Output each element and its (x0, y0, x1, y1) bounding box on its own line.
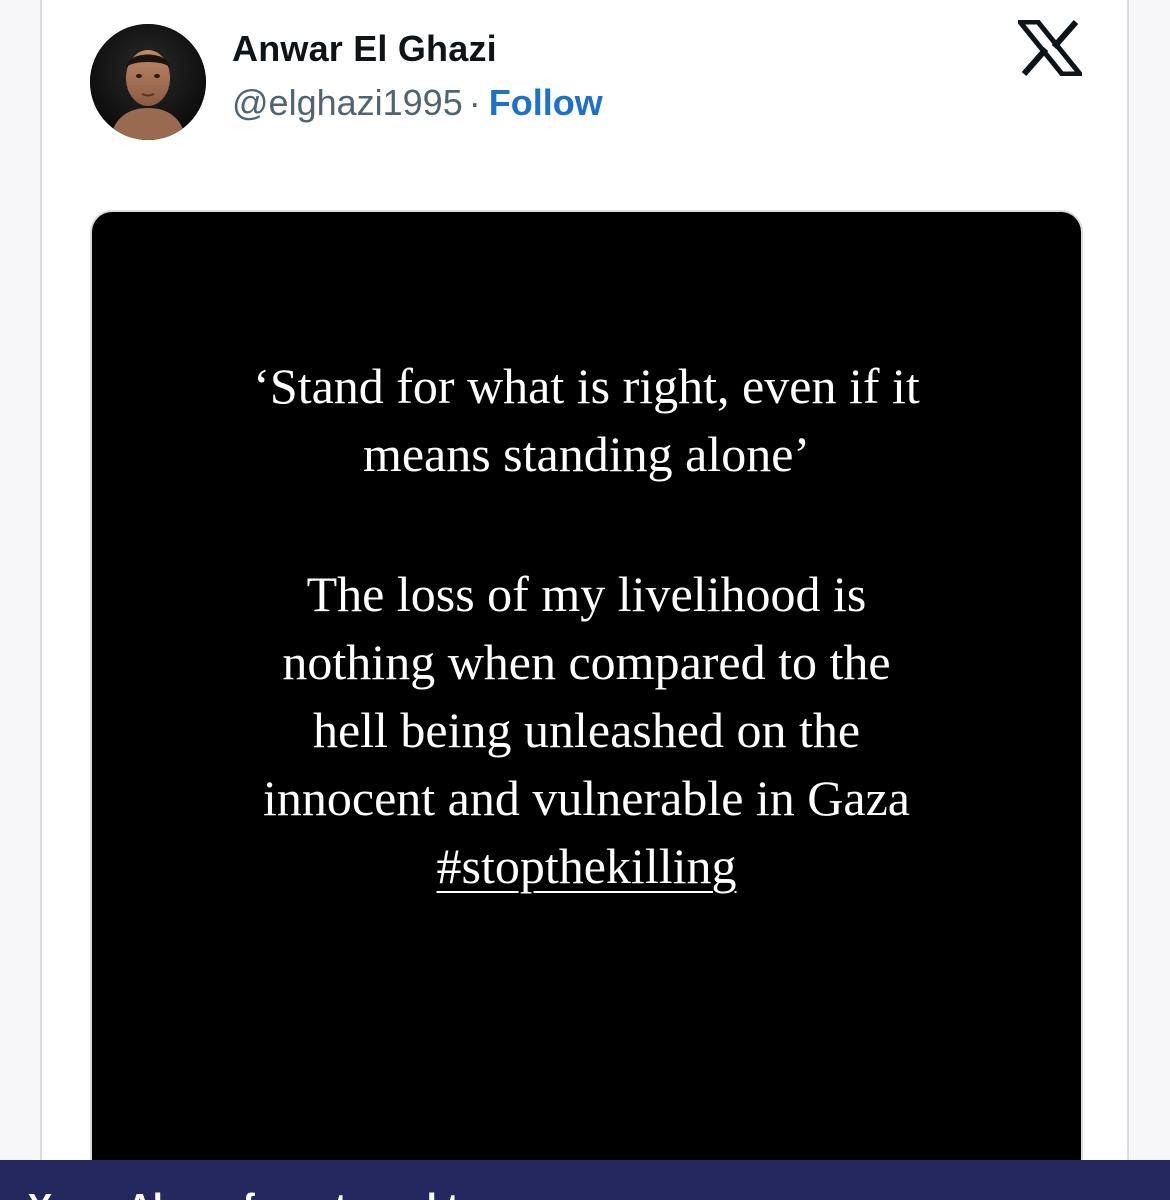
separator-dot: · (468, 82, 481, 123)
author-handle[interactable]: @elghazi1995 (232, 82, 463, 123)
quote-line: ‘Stand for what is right, even if it (253, 358, 920, 414)
banner-text: Y... ... Al... ... f... ... t... ... l t… (28, 1186, 489, 1200)
handle-row: @elghazi1995 · Follow (232, 82, 603, 124)
body-line: innocent and vulnerable in Gaza (263, 770, 910, 826)
bottom-caption-banner: Y... ... Al... ... f... ... t... ... l t… (0, 1160, 1170, 1200)
story-text: ‘Stand for what is right, even if it mea… (92, 352, 1081, 900)
profile-photo (90, 24, 206, 140)
body-line: The loss of my livelihood is (306, 566, 867, 622)
hashtag: #stopthekilling (436, 838, 737, 894)
author-name[interactable]: Anwar El Ghazi (232, 28, 497, 70)
tweet-media-image[interactable]: ‘Stand for what is right, even if it mea… (90, 210, 1083, 1170)
follow-button[interactable]: Follow (489, 82, 603, 123)
avatar[interactable] (90, 24, 206, 140)
x-logo-icon[interactable] (1014, 19, 1086, 77)
quote-line: means standing alone’ (362, 426, 811, 482)
tweet-card[interactable]: Anwar El Ghazi @elghazi1995 · Follow ‘Stan… (40, 0, 1129, 1170)
body-line: hell being unleashed on the (312, 702, 861, 758)
body-line: nothing when compared to the (282, 634, 891, 690)
page: Anwar El Ghazi @elghazi1995 · Follow ‘Stan… (0, 0, 1170, 1200)
